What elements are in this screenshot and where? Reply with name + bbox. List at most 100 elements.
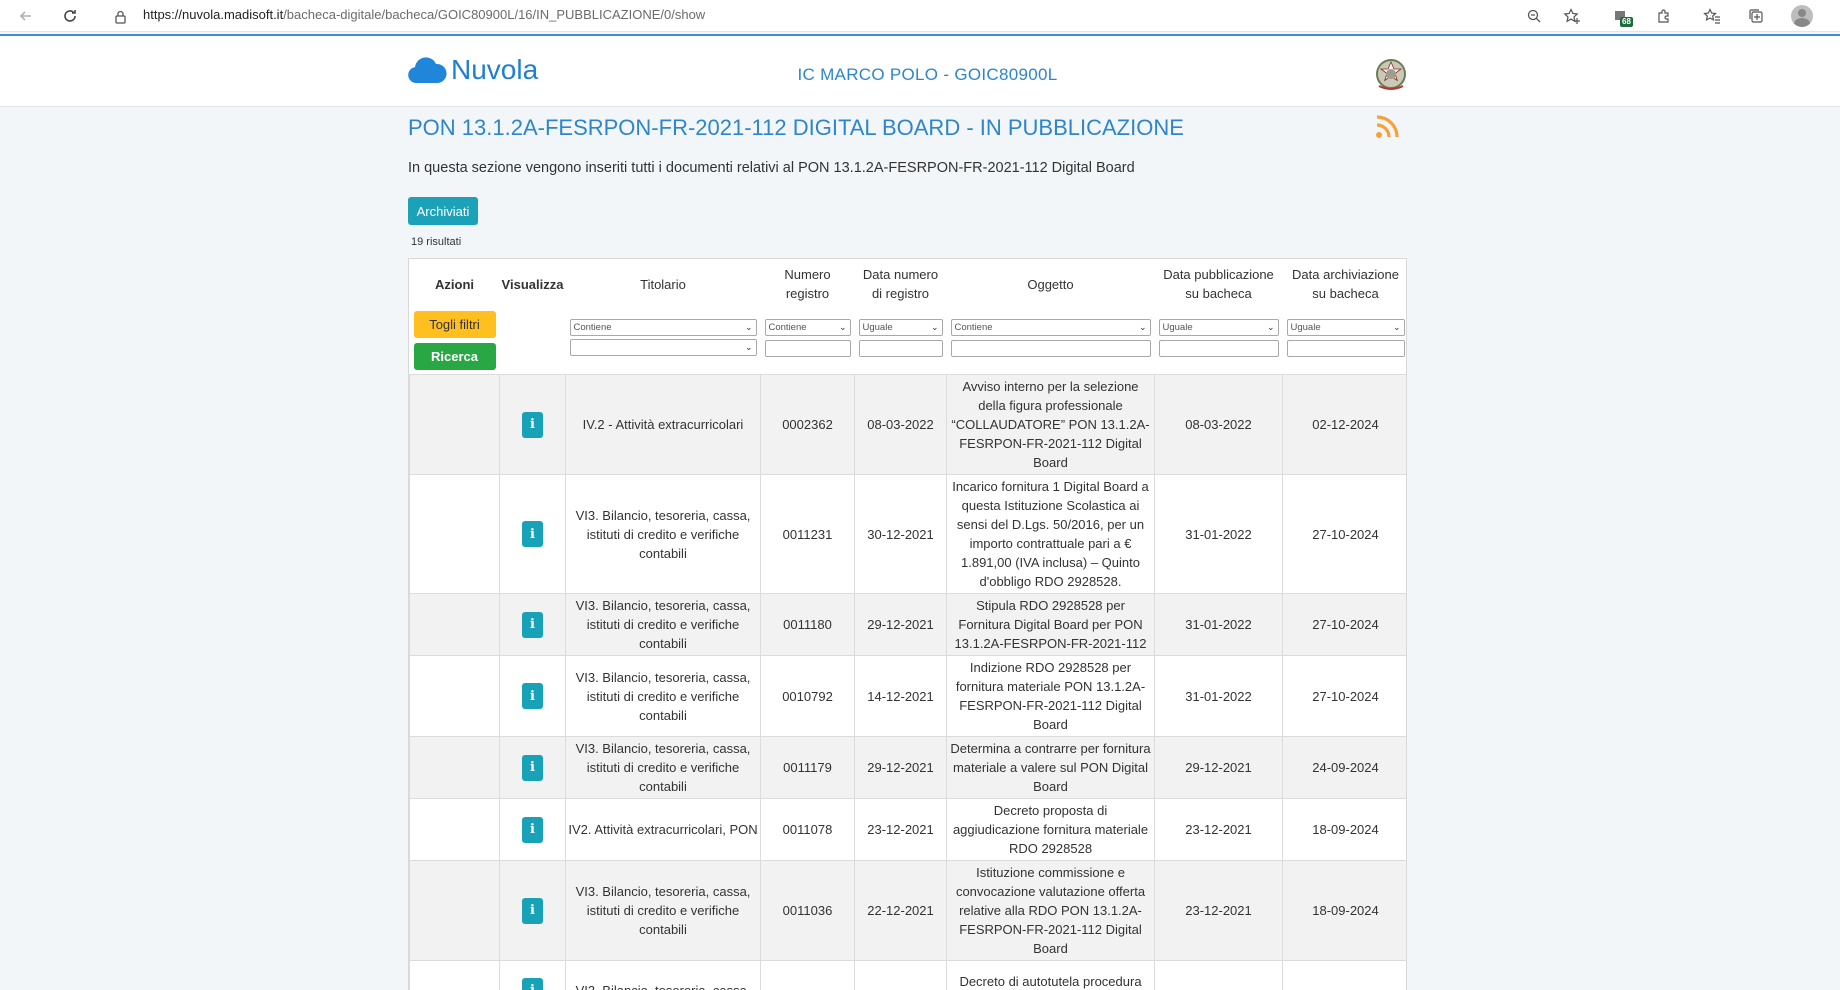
info-icon[interactable]: i — [522, 754, 543, 781]
info-icon[interactable]: i — [522, 521, 543, 547]
favorite-star-icon[interactable] — [1560, 4, 1584, 28]
rss-feed-icon[interactable] — [1374, 114, 1400, 140]
data-pubblicazione-cell: 29-12-2021 — [1154, 736, 1283, 799]
column-header-visualizza: Visualizza — [501, 276, 564, 292]
titolario-cell: VI3. Bilancio, tesoreria, cassa, istitut… — [565, 736, 761, 799]
italian-emblem-icon — [1376, 59, 1406, 90]
table-row: i VI3. Bilancio, tesoreria, cassa, istitu… — [409, 474, 1406, 594]
url-domain: https://nuvola.madisoft.it — [143, 7, 284, 22]
oggetto-cell: Determina a contrarre per fornitura mate… — [946, 736, 1155, 799]
titolario-operator-select[interactable]: Contiene ⌄ — [569, 319, 757, 336]
chevron-down-icon: ⌄ — [744, 342, 753, 352]
data-archiviazione-cell: 27-10-2024 — [1282, 655, 1406, 737]
filter-row: Togli filtri Ricerca Contiene ⌄ ⌄ Contien… — [409, 307, 1406, 375]
numero-filter-input[interactable] — [764, 340, 851, 357]
info-icon[interactable]: i — [522, 816, 543, 843]
filter-oggetto-cell: Contiene ⌄ — [946, 307, 1155, 375]
data-numero-cell — [854, 960, 947, 990]
info-icon[interactable]: i — [522, 411, 543, 438]
visualizza-cell: i — [499, 593, 566, 656]
data-archiviazione-filter-input[interactable] — [1286, 340, 1405, 357]
table-row: i VI3. Bilancio, tesoreria, cassa, istitu… — [409, 860, 1406, 961]
chevron-down-icon: ⌄ — [1266, 322, 1275, 332]
data-archiviazione-operator-select[interactable]: Uguale ⌄ — [1286, 319, 1405, 336]
info-icon[interactable]: i — [522, 683, 543, 709]
data-pubblicazione-cell: 23-12-2021 — [1154, 798, 1283, 861]
visualizza-cell: i — [499, 860, 566, 961]
data-pubblicazione-operator-select[interactable]: Uguale ⌄ — [1158, 319, 1279, 336]
titolario-cell: VI3. Bilancio, tesoreria, cassa, istitut… — [565, 655, 761, 737]
numero-registro-cell: 0011078 — [760, 798, 855, 861]
column-header-numero-registro[interactable]: Numero registro — [761, 259, 855, 307]
azioni-cell — [409, 593, 500, 656]
visualizza-cell: i — [499, 798, 566, 861]
chevron-down-icon: ⌄ — [838, 322, 847, 332]
data-archiviazione-cell: 24-09-2024 — [1282, 736, 1406, 799]
page-title: PON 13.1.2A-FESRPON-FR-2021-112 DIGITAL … — [408, 115, 1184, 140]
reload-icon[interactable] — [58, 4, 82, 28]
table-row: i VI3. Bilancio, tesoreria, cassa, istitu… — [409, 655, 1406, 737]
oggetto-cell: Indizione RDO 2928528 per fornitura mate… — [946, 655, 1155, 737]
column-header-titolario[interactable]: Titolario — [566, 259, 761, 307]
filter-data-numero-cell: Uguale ⌄ — [854, 307, 947, 375]
titolario-value-select[interactable]: ⌄ — [569, 339, 757, 356]
column-header-azioni: Azioni — [435, 276, 474, 292]
puzzle-icon[interactable] — [1652, 4, 1676, 28]
visualizza-cell: i — [499, 960, 566, 990]
column-header-oggetto[interactable]: Oggetto — [947, 259, 1155, 307]
azioni-cell — [409, 736, 500, 799]
table-row: i VI3. Bilancio, tesoreria, cassa, istitu… — [409, 593, 1406, 656]
oggetto-cell: Decreto proposta di aggiudicazione forni… — [946, 798, 1155, 861]
visualizza-cell: i — [499, 655, 566, 737]
data-pubblicazione-cell: 31-01-2022 — [1154, 593, 1283, 656]
data-pubblicazione-cell: 31-01-2022 — [1154, 655, 1283, 737]
table-row: i IV.2 - Attività extracurricolari 0002362… — [409, 374, 1406, 475]
info-icon[interactable]: i — [522, 897, 543, 924]
data-pubblicazione-cell: 31-01-2022 — [1154, 474, 1283, 594]
extensions-badge: 68 — [1620, 17, 1633, 27]
chevron-down-icon: ⌄ — [1392, 322, 1401, 332]
titolario-cell: IV2. Attività extracurricolari, PON — [565, 798, 761, 861]
data-pubblicazione-cell: 08-03-2022 — [1154, 374, 1283, 475]
data-archiviazione-cell: 27-10-2024 — [1282, 474, 1406, 594]
lock-icon[interactable] — [108, 5, 132, 29]
address-bar[interactable]: https://nuvola.madisoft.it/bacheca-digit… — [143, 7, 705, 22]
oggetto-cell: Avviso interno per la selezione della fi… — [946, 374, 1155, 475]
zoom-out-icon[interactable] — [1522, 4, 1546, 28]
numero-registro-cell: 0011180 — [760, 593, 855, 656]
info-icon[interactable]: i — [522, 977, 543, 990]
documents-table: Azioni Visualizza Titolario Numero regist… — [408, 258, 1407, 990]
info-icon[interactable]: i — [522, 611, 543, 638]
numero-registro-cell: 0011231 — [760, 474, 855, 594]
data-numero-operator-select[interactable]: Uguale ⌄ — [858, 319, 943, 336]
extensions-shield-icon[interactable]: 68 — [1608, 4, 1633, 28]
column-header-data-pubblicazione[interactable]: Data pubblicazione su bacheca — [1155, 259, 1283, 307]
collections-icon[interactable] — [1744, 4, 1768, 28]
azioni-cell — [409, 960, 500, 990]
oggetto-operator-select[interactable]: Contiene ⌄ — [950, 319, 1151, 336]
oggetto-cell: Incarico fornitura 1 Digital Board a que… — [946, 474, 1155, 594]
data-pubblicazione-filter-input[interactable] — [1158, 340, 1279, 357]
column-header-data-numero-registro[interactable]: Data numero di registro — [855, 259, 947, 307]
profile-avatar[interactable] — [1790, 4, 1814, 28]
section-description: In questa sezione vengono inseriti tutti… — [408, 160, 1135, 176]
clear-filters-button[interactable]: Togli filtri — [413, 311, 496, 338]
favorites-list-icon[interactable] — [1700, 4, 1724, 28]
archived-button[interactable]: Archiviati — [408, 197, 478, 225]
school-name: IC MARCO POLO - GOIC80900L — [797, 65, 1058, 84]
numero-operator-select[interactable]: Contiene ⌄ — [764, 319, 851, 336]
data-archiviazione-cell: 18-09-2024 — [1282, 860, 1406, 961]
titolario-cell: IV.2 - Attività extracurricolari — [565, 374, 761, 475]
data-numero-cell: 22-12-2021 — [854, 860, 947, 961]
filter-data-pubblicazione-cell: Uguale ⌄ — [1154, 307, 1283, 375]
chevron-down-icon: ⌄ — [930, 322, 939, 332]
search-button[interactable]: Ricerca — [413, 343, 496, 370]
oggetto-filter-input[interactable] — [950, 340, 1151, 357]
table-body: i IV.2 - Attività extracurricolari 0002362… — [409, 374, 1406, 990]
oggetto-cell: Decreto di autotutela procedura per la f… — [946, 960, 1155, 990]
column-header-data-archiviazione[interactable]: Data archiviazione su bacheca — [1283, 259, 1407, 307]
back-arrow-icon[interactable] — [14, 4, 38, 28]
data-pubblicazione-cell — [1154, 960, 1283, 990]
numero-registro-cell: 0002362 — [760, 374, 855, 475]
data-numero-filter-input[interactable] — [858, 340, 943, 357]
